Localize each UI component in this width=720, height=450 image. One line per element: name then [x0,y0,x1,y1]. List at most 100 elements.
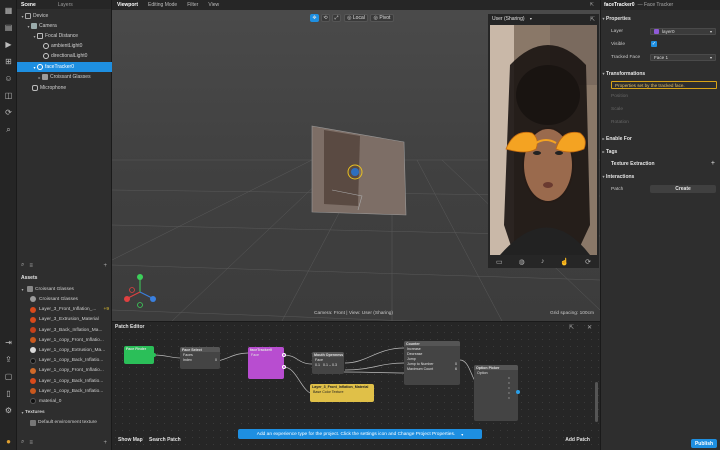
settings-icon[interactable]: ⚙ [3,405,14,416]
phone-icon[interactable]: ▯ [3,388,14,399]
tree-row-microphone[interactable]: Microphone [17,83,112,93]
textures-folder-row[interactable]: ▾ Textures [17,407,112,417]
tree-row-face-tracker[interactable]: ▾ faceTracker0 [17,62,112,72]
publish-button[interactable]: Publish [691,439,717,448]
sync-icon[interactable]: ⟳ [3,107,14,118]
preview-device-select[interactable]: User (Sharing) ▾ [492,16,532,22]
folder-icon[interactable]: ▢ [3,371,14,382]
assets-icon[interactable]: ▤ [3,22,14,33]
asset-row[interactable]: Layer_1_copy_Back_Inflatio... [17,386,112,396]
rotate-device-icon[interactable]: ⟳ [585,258,591,266]
index-value[interactable]: 0 [215,358,217,362]
touch-icon[interactable]: ☝ [560,258,569,266]
node-output-port[interactable] [152,353,156,357]
audio-icon[interactable]: ♪ [541,258,545,265]
chevron-down-icon[interactable]: ▾ [461,432,463,437]
node-output-port[interactable] [282,365,286,369]
patch-editor[interactable]: Patch Editor ⇱ ✕ Face Finder Face Select… [112,321,600,450]
caret-icon[interactable]: ▾ [20,287,25,292]
video-icon[interactable]: ▭ [496,258,503,266]
experience-type-notice[interactable]: Add an experience type for the project. … [238,429,482,439]
material-node[interactable]: Layer_3_Front_Inflation_Material Base Co… [310,384,374,402]
mouth-openness-node[interactable]: Mouth Openness Face 0.1 0.1 – 0.3 [312,352,344,374]
asset-row[interactable]: Layer_3_Front_Inflation_... +9 [17,305,112,315]
asset-row[interactable]: Layer_1_copy_Back_Inflatio... [17,356,112,366]
local-toggle-button[interactable]: ◎ Local [344,14,368,22]
cube-icon[interactable]: ◫ [3,90,14,101]
asset-row[interactable]: Layer_1_copy_Extrusion_Ma... [17,345,112,355]
asset-row[interactable]: Layer_1_copy_Front_Inflatio... [17,335,112,345]
pivot-toggle-button[interactable]: ◎ Pivot [370,14,394,22]
visible-checkbox[interactable]: ✓ [651,41,657,47]
counter-node[interactable]: Counter Increase Decrease Jump Jump to N… [404,341,460,385]
user-icon[interactable]: ☺ [3,73,14,84]
add-icon[interactable]: + [711,160,715,167]
enable-for-section[interactable]: ▸ Enable For [601,134,720,143]
search-icon[interactable]: ⌕ [3,124,14,135]
menu-view[interactable]: View [203,2,224,8]
play-icon[interactable]: ▶ [3,39,14,50]
tab-scene[interactable]: Scene [17,2,40,8]
asset-row[interactable]: Layer_3_Back_Inflation_Ma... [17,325,112,335]
tree-row-camera[interactable]: ▾ Camera [17,21,112,31]
create-patch-button[interactable]: Create [650,185,716,193]
search-icon[interactable]: ⌕ [21,439,24,446]
add-icon[interactable]: + [103,263,107,269]
jump-value[interactable]: 0 [455,362,457,366]
popout-icon[interactable]: ⇱ [590,16,595,23]
range-value[interactable]: 0.1 – 0.3 [323,363,337,367]
texture-extraction-row[interactable]: Texture Extraction + [601,159,720,168]
tracked-face-select[interactable]: Face 1 ▾ [650,54,716,61]
asset-row[interactable]: Default environment texture [17,418,112,428]
option-row[interactable]: ○ [474,395,518,400]
option-picker-node[interactable]: Option Picker Option ○ ○ ○ ○ ○ [474,365,518,421]
axis-gizmo[interactable] [120,272,160,312]
tree-row-ambient-light[interactable]: ambientLight0 [17,41,112,51]
avatar-icon[interactable]: ● [3,436,14,447]
scene-icon[interactable]: ▦ [3,5,14,16]
scale-tool-button[interactable]: ⤢ [332,14,341,22]
add-patch-button[interactable]: Add Patch [565,437,590,443]
grid-icon[interactable]: ⊞ [3,56,14,67]
share-icon[interactable]: ⇪ [3,354,14,365]
search-icon[interactable]: ⌕ [21,262,24,269]
asset-row[interactable]: material_0 [17,396,112,406]
show-map-button[interactable]: Show Map [118,437,143,443]
asset-row[interactable]: Layer_1_copy_Front_Inflatio... [17,366,112,376]
menu-editing-mode[interactable]: Editing Mode [143,2,182,8]
tree-row-directional-light[interactable]: directionalLight0 [17,51,112,61]
tab-viewport[interactable]: Viewport [112,2,143,8]
asset-row[interactable]: Layer_1_copy_Back_Inflatio... [17,376,112,386]
assets-folder-row[interactable]: ▾ Croissant Glasses [17,284,112,294]
node-output-port[interactable] [516,390,520,394]
tree-row-focal-distance[interactable]: ▾ Focal Distance [17,31,112,41]
transformations-section[interactable]: ▾ Transformations [601,69,720,78]
interactions-section[interactable]: ▾ Interactions [601,172,720,181]
properties-section[interactable]: ▾ Properties [601,14,720,23]
tags-section[interactable]: ▸ Tags [601,147,720,156]
node-output-port[interactable] [282,353,286,357]
add-icon[interactable]: + [103,440,107,446]
face-tracker-node[interactable]: faceTracker0 Face [248,347,284,379]
menu-filter[interactable]: Filter [182,2,203,8]
popout-icon[interactable]: ⇱ [590,2,594,8]
asset-row[interactable]: Layer_3_Extrusion_Material [17,315,112,325]
filter-icon[interactable]: ≡ [29,263,33,269]
export-icon[interactable]: ⇥ [3,337,14,348]
search-patch-button[interactable]: Search Patch [149,437,181,443]
tree-label: Camera [39,23,57,29]
camera-preview[interactable] [490,25,597,255]
max-count-value[interactable]: 6 [455,367,457,371]
tab-layers[interactable]: Layers [54,2,77,8]
tree-row-device[interactable]: ▾ Device [17,11,112,21]
move-tool-button[interactable]: ✥ [310,14,319,22]
tree-row-croissant-glasses[interactable]: ▸ Croissant Glasses [17,72,112,82]
patch-scrollbar[interactable] [595,382,598,422]
face-select-node[interactable]: Face Select Faces Index 0 [180,347,220,369]
capture-icon[interactable]: ◍ [519,258,525,266]
layer-select[interactable]: layer0 ▾ [650,28,716,35]
asset-row[interactable]: Croissant Glasses [17,294,112,304]
rotate-tool-button[interactable]: ⟲ [321,14,330,22]
face-finder-node[interactable]: Face Finder [124,346,154,364]
filter-icon[interactable]: ≡ [29,440,33,446]
